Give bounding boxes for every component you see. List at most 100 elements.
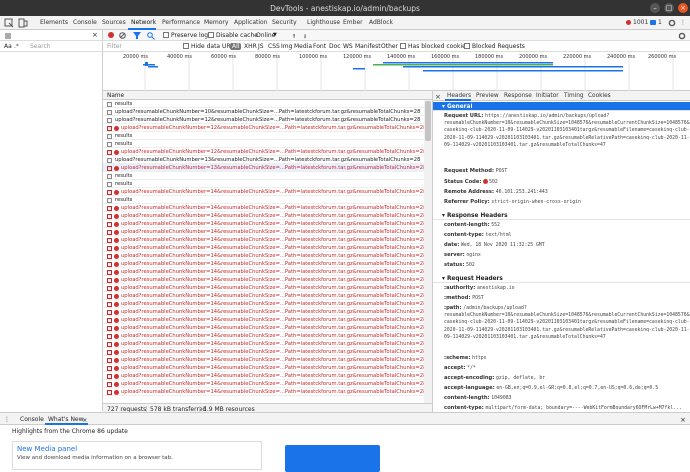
match-case-toggle[interactable]: Aa [4,43,12,50]
error-icon[interactable] [626,20,631,25]
request-list-scrollbar[interactable] [424,100,432,403]
new-media-panel-link[interactable]: New Media panel [17,445,77,453]
tab-initiator[interactable]: Initiator [536,93,559,99]
request-row[interactable]: upload?resumableChunkNumber=14&resumable… [103,332,432,340]
request-row[interactable]: upload?resumableChunkNumber=13&resumable… [103,156,432,164]
request-row[interactable]: upload?resumableChunkNumber=14&resumable… [103,204,432,212]
request-row[interactable]: upload?resumableChunkNumber=14&resumable… [103,380,432,388]
device-toolbar-icon[interactable] [18,18,28,28]
drawer-tab-whats-new[interactable]: What's New [48,416,84,423]
request-headers-section-header[interactable]: ▾ Request Headers [433,274,690,283]
request-row[interactable]: upload?resumableChunkNumber=14&resumable… [103,372,432,380]
tab-ember[interactable]: Ember [343,19,363,26]
request-row[interactable]: upload?resumableChunkNumber=14&resumable… [103,212,432,220]
disable-cache-checkbox[interactable] [208,32,214,38]
hide-data-urls-checkbox[interactable] [183,43,189,49]
tab-adblock[interactable]: AdBlock [369,19,393,26]
request-row[interactable]: upload?resumableChunkNumber=14&resumable… [103,236,432,244]
request-row[interactable]: upload?resumableChunkNumber=14&resumable… [103,364,432,372]
gear-icon[interactable] [668,19,676,27]
tab-lighthouse[interactable]: Lighthouse [307,19,340,26]
type-filter-js[interactable]: JS [258,43,264,50]
request-row[interactable]: upload?resumableChunkNumber=14&resumable… [103,348,432,356]
more-menu-icon[interactable]: ⋮ [680,19,686,26]
request-row[interactable]: upload?resumableChunkNumber=12&resumable… [103,124,432,132]
type-filter-font[interactable]: Font [313,43,326,50]
request-row[interactable]: upload?resumableChunkNumber=14&resumable… [103,388,432,396]
drawer-tab-console[interactable]: Console [20,416,44,423]
whats-new-card[interactable]: New Media panel View and download media … [12,441,262,470]
error-count[interactable]: 1001 [633,19,648,26]
search-icon[interactable] [147,32,155,40]
filter-icon[interactable] [133,32,141,39]
type-filter-xhr[interactable]: XHR [244,43,257,50]
close-detail-icon[interactable]: × [435,93,441,101]
request-row[interactable]: upload?resumableChunkNumber=14&resumable… [103,324,432,332]
regex-toggle[interactable]: .* [14,43,19,50]
info-count[interactable]: 1 [658,19,662,26]
request-row[interactable]: upload?resumableChunkNumber=14&resumable… [103,284,432,292]
request-row[interactable]: upload?resumableChunkNumber=14&resumable… [103,300,432,308]
type-filter-img[interactable]: Img [281,43,292,50]
request-row[interactable]: results [103,196,432,204]
type-filter-manifest[interactable]: Manifest [355,43,381,50]
request-row[interactable]: upload?resumableChunkNumber=14&resumable… [103,276,432,284]
tab-preview[interactable]: Preview [476,93,499,99]
menu-icon[interactable] [4,32,12,40]
request-row[interactable]: upload?resumableChunkNumber=12&resumable… [103,116,432,124]
request-row[interactable]: upload?resumableChunkNumber=12&resumable… [103,148,432,156]
tab-application[interactable]: Application [234,19,268,26]
request-row[interactable]: upload?resumableChunkNumber=13&resumable… [103,164,432,172]
request-row[interactable]: upload?resumableChunkNumber=14&resumable… [103,292,432,300]
tab-timing[interactable]: Timing [564,93,584,99]
general-section-header[interactable]: ▾ General [433,102,690,111]
request-row[interactable]: upload?resumableChunkNumber=14&resumable… [103,268,432,276]
request-row[interactable]: upload?resumableChunkNumber=10&resumable… [103,108,432,116]
filter-input[interactable]: Filter [107,43,177,50]
request-row[interactable]: results [103,172,432,180]
request-row[interactable]: upload?resumableChunkNumber=14&resumable… [103,308,432,316]
type-filter-media[interactable]: Media [294,43,312,50]
request-row[interactable]: upload?resumableChunkNumber=14&resumable… [103,316,432,324]
maximize-button[interactable]: □ [664,3,674,13]
tab-performance[interactable]: Performance [162,19,200,26]
request-row[interactable]: upload?resumableChunkNumber=14&resumable… [103,228,432,236]
request-row[interactable]: upload?resumableChunkNumber=14&resumable… [103,220,432,228]
request-row[interactable]: upload?resumableChunkNumber=14&resumable… [103,340,432,348]
has-blocked-cookies-checkbox[interactable] [400,43,406,49]
network-settings-gear-icon[interactable] [678,32,686,40]
scrollbar-thumb[interactable] [425,101,431,141]
network-overview-timeline[interactable]: 20000 ms 40000 ms 60000 ms 80000 ms 1000… [103,52,690,91]
tab-network[interactable]: Network [131,19,156,26]
type-filter-ws[interactable]: WS [343,43,353,50]
preserve-log-checkbox[interactable] [163,32,169,38]
close-whats-new-icon[interactable]: × [82,416,87,424]
close-drawer-icon[interactable]: × [680,416,686,424]
request-row[interactable]: results [103,132,432,140]
request-row[interactable]: upload?resumableChunkNumber=14&resumable… [103,252,432,260]
minimize-button[interactable]: – [650,3,660,13]
response-headers-section-header[interactable]: ▾ Response Headers [433,211,690,220]
tab-response[interactable]: Response [504,93,532,99]
request-row[interactable]: results [103,140,432,148]
message-icon[interactable] [650,20,656,25]
request-row[interactable]: results [103,100,432,108]
tab-sources[interactable]: Sources [102,19,126,26]
record-button[interactable] [108,32,114,38]
clear-icon[interactable] [119,32,126,39]
search-input[interactable]: Search [30,43,51,50]
name-column-header[interactable]: Name [107,93,124,99]
chevron-down-icon[interactable]: ▼ [273,32,277,38]
close-window-button[interactable]: × [678,3,688,13]
tab-console[interactable]: Console [73,19,97,26]
type-filter-doc[interactable]: Doc [329,43,341,50]
blocked-requests-checkbox[interactable] [464,43,470,49]
tab-memory[interactable]: Memory [204,19,228,26]
request-row[interactable]: upload?resumableChunkNumber=14&resumable… [103,188,432,196]
tab-cookies[interactable]: Cookies [588,93,611,99]
tab-security[interactable]: Security [272,19,297,26]
close-icon[interactable]: × [92,31,98,39]
window-titlebar[interactable]: DevTools - anestiskap.io/admin/backups –… [0,0,690,16]
request-row[interactable]: upload?resumableChunkNumber=14&resumable… [103,356,432,364]
tab-elements[interactable]: Elements [40,19,68,26]
